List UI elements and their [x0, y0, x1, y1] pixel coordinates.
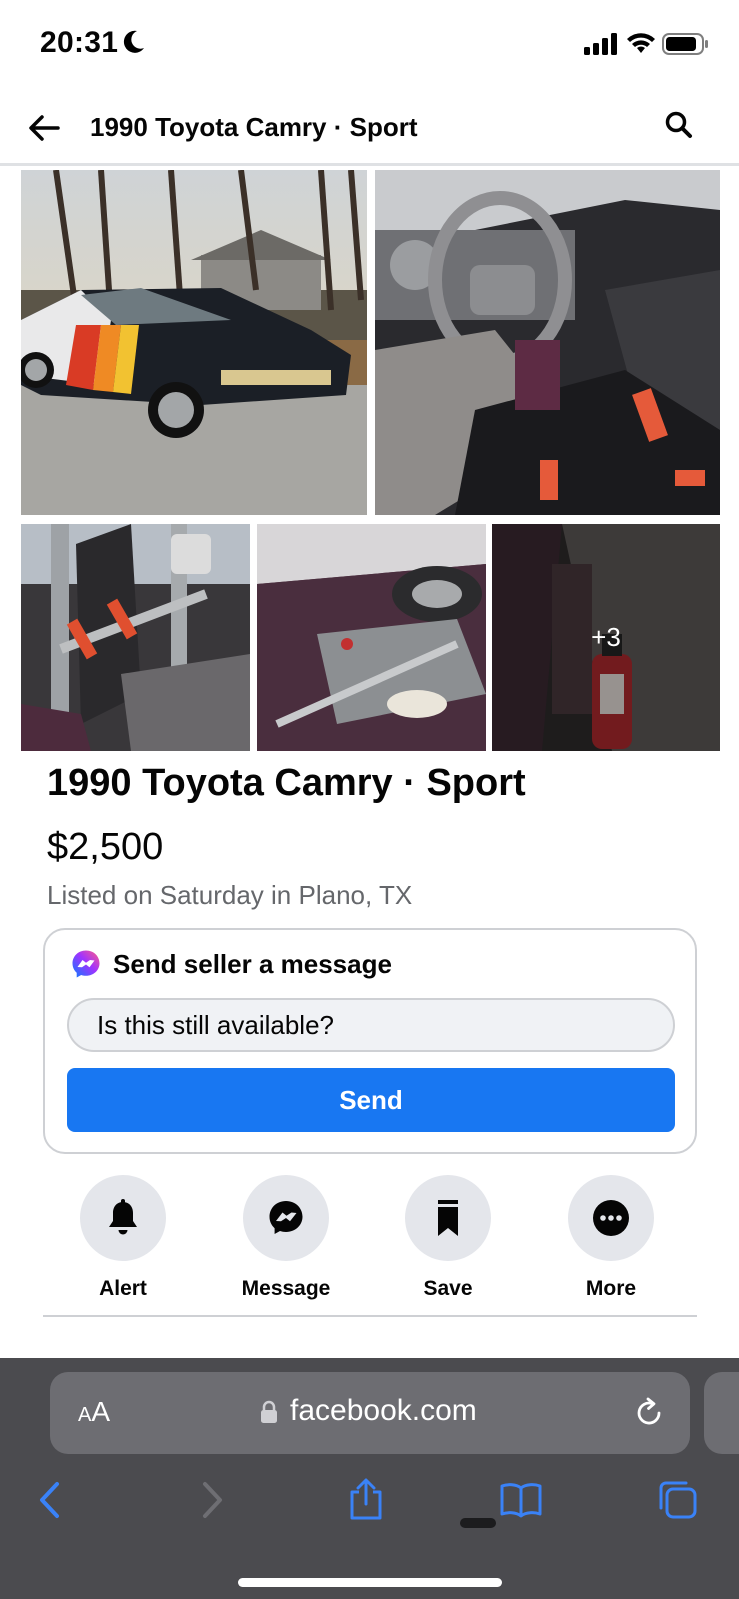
lock-icon: [261, 1400, 277, 1423]
page-header: 1990 Toyota Camry · Sport: [0, 90, 739, 166]
listing-photo-exterior[interactable]: [21, 170, 367, 515]
adjacent-tab-peek[interactable]: [704, 1372, 739, 1454]
tabs-icon[interactable]: [656, 1478, 700, 1522]
send-button[interactable]: Send: [67, 1068, 675, 1132]
bookmarks-icon[interactable]: [499, 1478, 543, 1522]
more-action[interactable]: More: [556, 1175, 666, 1301]
alert-label: Alert: [99, 1277, 147, 1300]
more-button[interactable]: [568, 1175, 654, 1261]
listing-title: 1990 Toyota Camry · Sport: [47, 762, 526, 804]
reader-settings-button[interactable]: AA: [78, 1396, 110, 1428]
listing-photo-more[interactable]: +3: [492, 524, 720, 751]
listing-actions: Alert Message Save More: [43, 1175, 697, 1317]
listing-price: $2,500: [47, 826, 164, 868]
battery-icon: [662, 33, 708, 55]
more-label: More: [585, 1277, 637, 1300]
more-photos-count: +3: [591, 622, 621, 652]
reload-icon[interactable]: [632, 1396, 666, 1430]
save-button[interactable]: [405, 1175, 491, 1261]
url-text[interactable]: facebook.com: [290, 1394, 477, 1428]
message-card-title: Send seller a message: [113, 948, 392, 979]
alert-button[interactable]: [80, 1175, 166, 1261]
home-indicator: [238, 1578, 502, 1587]
messenger-icon: [72, 950, 100, 978]
message-label: Message: [241, 1277, 331, 1300]
share-icon[interactable]: [344, 1478, 388, 1522]
message-card-header: Send seller a message: [71, 946, 392, 982]
listing-meta: Listed on Saturday in Plano, TX: [47, 880, 413, 910]
message-button[interactable]: [243, 1175, 329, 1261]
alert-action[interactable]: Alert: [68, 1175, 178, 1301]
message-input[interactable]: [67, 998, 675, 1052]
save-label: Save: [423, 1277, 473, 1300]
back-icon[interactable]: [30, 1478, 74, 1522]
cellular-signal-icon: [584, 33, 617, 55]
header-title: 1990 Toyota Camry · Sport: [90, 112, 418, 142]
listing-photo-rollcage[interactable]: [21, 524, 250, 751]
back-arrow-icon[interactable]: [26, 110, 62, 146]
bell-icon: [109, 1199, 137, 1235]
forward-icon[interactable]: [188, 1478, 232, 1522]
message-action[interactable]: Message: [231, 1175, 341, 1301]
moon-icon: [123, 30, 144, 53]
save-action[interactable]: Save: [393, 1175, 503, 1301]
wifi-icon: [627, 33, 655, 53]
browser-toolbar: AA facebook.com: [0, 1358, 739, 1599]
bookmark-icon: [438, 1200, 458, 1236]
more-icon: [593, 1200, 629, 1236]
address-bar[interactable]: AA facebook.com: [50, 1372, 690, 1454]
listing-photo-interior[interactable]: [375, 170, 720, 515]
divider: [43, 1315, 697, 1317]
messenger-icon: [269, 1201, 303, 1234]
status-bar: 20:31: [0, 0, 739, 90]
toolbar-handle: [460, 1518, 496, 1528]
listing-photo-trunk[interactable]: [257, 524, 486, 751]
search-icon[interactable]: [664, 110, 694, 140]
message-seller-card: Send seller a message Send: [43, 928, 697, 1154]
status-time: 20:31: [40, 26, 119, 59]
